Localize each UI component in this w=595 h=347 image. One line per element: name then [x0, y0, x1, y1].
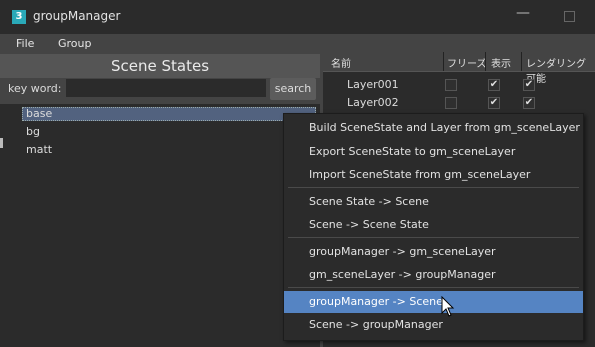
layer-name: Layer001 [347, 78, 399, 91]
menu-file[interactable]: File [16, 37, 34, 50]
menu-item-gm-to-scene[interactable]: groupManager -> Scene [284, 291, 583, 313]
menu-divider [288, 187, 579, 188]
menu-divider [288, 237, 579, 238]
table-row[interactable]: Layer001 ✔ ✔ [323, 77, 595, 94]
scene-states-panel: Scene States key word: search base bg ma… [0, 52, 320, 347]
freeze-checkbox[interactable] [445, 97, 457, 109]
mouse-cursor-icon [441, 296, 455, 317]
search-button[interactable]: search [270, 78, 316, 100]
menu-item-export-scenestate[interactable]: Export SceneState to gm_sceneLayer [284, 141, 583, 163]
menu-item-scenelayer-to-gm[interactable]: gm_sceneLayer -> groupManager [284, 264, 583, 286]
renderable-checkbox[interactable]: ✔ [523, 97, 535, 109]
keyword-input[interactable] [66, 79, 266, 97]
menu-divider [288, 287, 579, 288]
menu-item-scene-to-scenestate[interactable]: Scene -> Scene State [284, 214, 583, 236]
layer-name: Layer002 [347, 96, 399, 109]
menu-item-gm-to-scenelayer[interactable]: groupManager -> gm_sceneLayer [284, 241, 583, 263]
menu-item-import-scenestate[interactable]: Import SceneState from gm_sceneLayer [284, 164, 583, 186]
keyword-label: key word: [8, 82, 62, 95]
maximize-button[interactable] [564, 11, 575, 22]
header-name[interactable]: 名前 [331, 55, 351, 70]
title-bar: 3 groupManager — [0, 0, 595, 34]
visible-checkbox[interactable]: ✔ [488, 97, 500, 109]
menu-item-scenestate-to-scene[interactable]: Scene State -> Scene [284, 191, 583, 213]
list-item-bg[interactable]: bg [26, 125, 40, 138]
minimize-button[interactable]: — [516, 5, 530, 21]
header-freeze[interactable]: フリーズ [447, 55, 487, 70]
menu-group[interactable]: Group [58, 37, 92, 50]
context-menu: Build SceneState and Layer from gm_scene… [283, 113, 584, 341]
freeze-checkbox[interactable] [445, 79, 457, 91]
window-title: groupManager [33, 9, 121, 23]
panel-title: Scene States [0, 54, 320, 78]
visible-checkbox[interactable]: ✔ [488, 79, 500, 91]
list-item-base[interactable]: base [22, 107, 316, 121]
splitter-handle[interactable] [0, 138, 3, 148]
menu-bar: File Group [0, 34, 595, 52]
menu-item-build-scenestate[interactable]: Build SceneState and Layer from gm_scene… [284, 117, 583, 139]
list-item-matt[interactable]: matt [26, 143, 52, 156]
renderable-checkbox[interactable]: ✔ [523, 79, 535, 91]
menu-item-scene-to-gm[interactable]: Scene -> groupManager [284, 314, 583, 336]
layer-table-header: 名前 フリーズ 表示 レンダリング可能 [323, 52, 595, 85]
scene-state-list[interactable]: base bg matt [0, 104, 320, 347]
app-icon: 3 [12, 10, 26, 24]
table-row[interactable]: Layer002 ✔ ✔ [323, 95, 595, 112]
header-visible[interactable]: 表示 [491, 55, 511, 70]
